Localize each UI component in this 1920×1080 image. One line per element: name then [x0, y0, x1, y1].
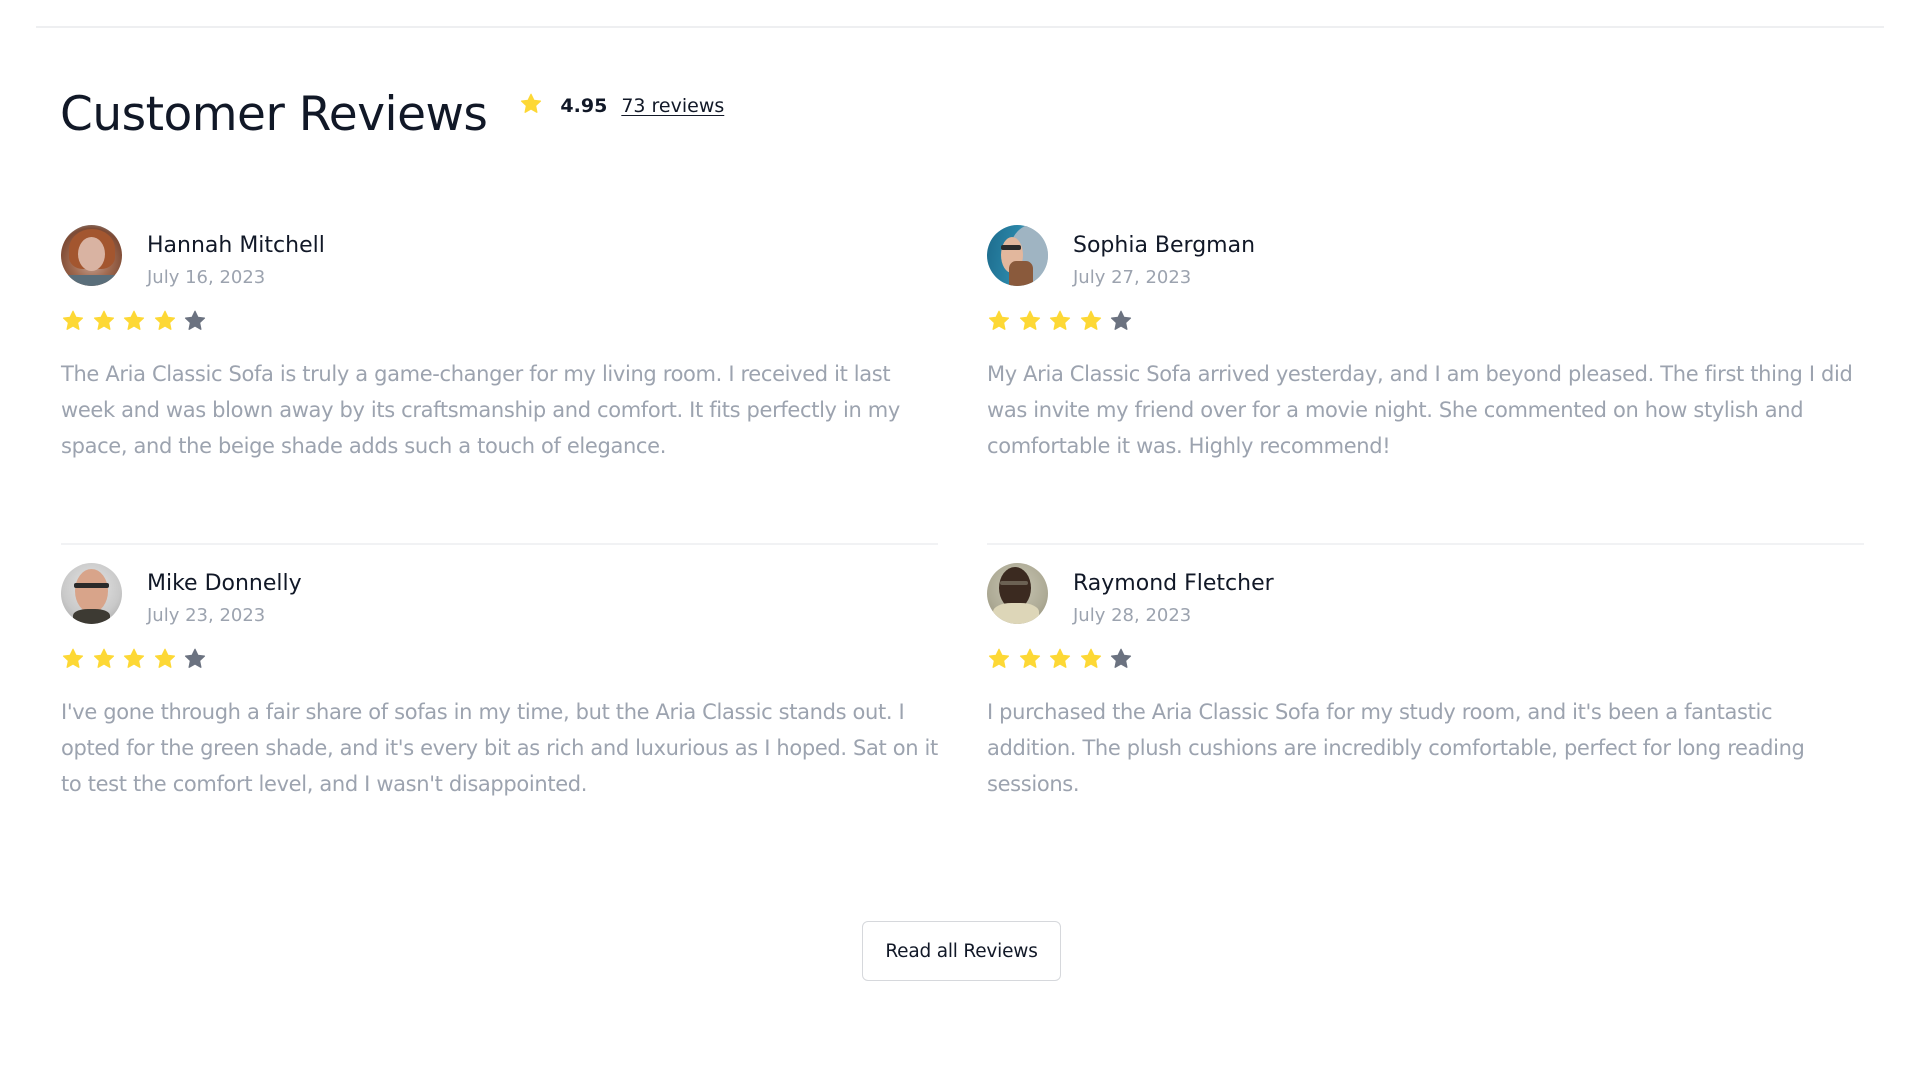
star-filled-icon: [1080, 310, 1101, 330]
review-date: July 27, 2023: [1073, 267, 1192, 288]
review-text: My Aria Classic Sofa arrived yesterday, …: [987, 362, 1853, 458]
star-rating: [987, 647, 1865, 671]
star-filled-icon: [93, 310, 114, 330]
read-all-reviews-button[interactable]: Read all Reviews: [862, 921, 1061, 981]
star-filled-icon: [1019, 648, 1040, 668]
row-divider: [61, 543, 938, 545]
star-filled-icon: [62, 648, 84, 668]
review-meta: Sophia Bergman July 27, 2023: [1073, 225, 1255, 293]
page-title: Customer Reviews: [60, 87, 488, 142]
review-header: Sophia Bergman July 27, 2023: [987, 225, 1865, 293]
star-filled-icon: [1049, 648, 1071, 668]
star-rating: [61, 309, 939, 333]
reviewer-name: Hannah Mitchell: [147, 233, 325, 258]
star-rating: [61, 647, 939, 671]
star-filled-icon: [1049, 310, 1071, 330]
star-empty-icon: [184, 648, 206, 668]
reviewer-name: Sophia Bergman: [1073, 233, 1256, 258]
reviews-header: Customer Reviews 4.95 73 reviews: [60, 80, 724, 150]
star-filled-icon: [93, 648, 114, 668]
avatar: [61, 225, 122, 286]
star-filled-icon: [154, 310, 175, 330]
review-meta: Raymond Fletcher July 28, 2023: [1073, 563, 1274, 631]
row-divider: [987, 543, 1864, 545]
average-rating: 4.95: [560, 95, 608, 117]
star-filled-icon: [988, 310, 1010, 330]
review-header: Raymond Fletcher July 28, 2023: [987, 563, 1865, 631]
review-text: I purchased the Aria Classic Sofa for my…: [987, 700, 1805, 796]
section-top-border: [36, 26, 1884, 28]
avatar: [61, 563, 122, 624]
avatar: [987, 563, 1048, 624]
review-meta: Hannah Mitchell July 16, 2023: [147, 225, 325, 293]
star-filled-icon: [154, 648, 175, 668]
star-empty-icon: [184, 310, 206, 330]
review-date: July 16, 2023: [147, 267, 266, 288]
customer-reviews-section: Customer Reviews 4.95 73 reviews Hannah …: [0, 0, 1920, 1080]
review-text: I've gone through a fair share of sofas …: [61, 700, 938, 796]
star-icon: [521, 93, 542, 113]
rating-summary: 4.95 73 reviews: [519, 93, 724, 117]
star-filled-icon: [988, 648, 1010, 668]
star-rating: [987, 309, 1865, 333]
avatar: [987, 225, 1048, 286]
star-filled-icon: [123, 310, 145, 330]
star-empty-icon: [1110, 648, 1132, 668]
review-card: Mike Donnelly July 23, 2023 I've gone th…: [61, 563, 939, 802]
review-card: Sophia Bergman July 27, 2023 My Aria Cla…: [987, 225, 1865, 464]
review-card: Hannah Mitchell July 16, 2023 The Aria C…: [61, 225, 939, 464]
reviewer-name: Raymond Fletcher: [1073, 571, 1274, 596]
review-header: Mike Donnelly July 23, 2023: [61, 563, 939, 631]
review-card: Raymond Fletcher July 28, 2023 I purchas…: [987, 563, 1865, 802]
star-filled-icon: [1080, 648, 1101, 668]
review-date: July 28, 2023: [1073, 605, 1192, 626]
star-empty-icon: [1110, 310, 1132, 330]
reviewer-name: Mike Donnelly: [147, 571, 302, 596]
review-meta: Mike Donnelly July 23, 2023: [147, 563, 302, 631]
star-filled-icon: [62, 310, 84, 330]
review-date: July 23, 2023: [147, 605, 266, 626]
star-filled-icon: [123, 648, 145, 668]
review-text: The Aria Classic Sofa is truly a game-ch…: [61, 362, 900, 458]
star-filled-icon: [1019, 310, 1040, 330]
reviews-count-link[interactable]: 73 reviews: [621, 95, 724, 117]
review-header: Hannah Mitchell July 16, 2023: [61, 225, 939, 293]
